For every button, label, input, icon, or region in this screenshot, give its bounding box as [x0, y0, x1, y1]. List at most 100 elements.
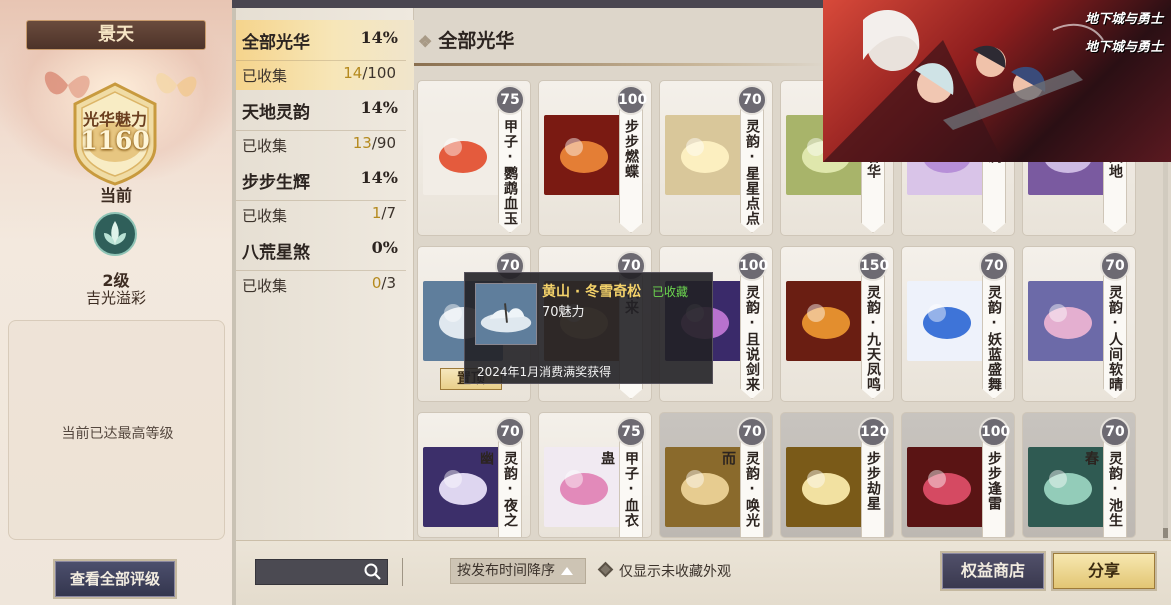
sort-label: 按发布时间降序: [457, 563, 555, 579]
blue-rose-icon: [907, 281, 987, 361]
share-button[interactable]: 分享: [1053, 553, 1155, 589]
red-lightning-icon: [907, 447, 987, 527]
collected-label: 已收集: [242, 137, 288, 155]
toolbar-divider: [402, 558, 403, 586]
card-name: 灵韵·池生春: [1083, 451, 1123, 528]
tooltip-source: 2024年1月消费满奖获得: [477, 365, 612, 379]
tooltip-owned-status: 已收藏: [652, 285, 689, 299]
category-percent: 0%: [371, 238, 398, 257]
charm-points-badge: 150: [858, 251, 889, 281]
appearance-card[interactable]: 甲子·鹦鹉血玉 75: [417, 80, 531, 236]
rainbow-icon: [1028, 281, 1108, 361]
current-level-label: 当前: [99, 186, 132, 205]
category-name: 全部光华: [242, 33, 310, 53]
charm-points-badge: 70: [1100, 417, 1130, 447]
uncollected-filter-toggle[interactable]: 仅显示未收藏外观: [597, 561, 731, 581]
section-title: ❖ 全部光华: [418, 30, 515, 52]
collected-label: 已收集: [242, 67, 288, 85]
category-item-all[interactable]: 全部光华 14% 已收集 14/100: [236, 20, 414, 90]
category-name: 天地灵韵: [242, 103, 310, 123]
max-level-text: 当前已达最高等级: [61, 426, 174, 442]
tooltip-charm: 70魅力: [542, 305, 585, 320]
game-logo: 地下城与勇士: [1084, 12, 1163, 27]
category-item-bubu[interactable]: 步步生辉 14% 已收集 1/7: [236, 160, 414, 230]
golden-orb-icon: [786, 447, 866, 527]
sort-dropdown[interactable]: 按发布时间降序: [450, 558, 586, 584]
category-percent: 14%: [360, 98, 398, 117]
search-input[interactable]: [255, 559, 388, 585]
charm-points-badge: 100: [737, 251, 768, 281]
charm-medal: 光华魅力 1160: [63, 82, 167, 186]
item-tooltip: 黄山 · 冬雪奇松 已收藏 70魅力 2024年1月消费满奖获得: [464, 272, 713, 384]
charm-points-badge: 70: [737, 85, 767, 115]
snow-pine-icon: [475, 283, 537, 345]
card-name: 步步燃蝶: [623, 119, 639, 179]
charm-points-badge: 75: [616, 417, 646, 447]
tooltip-title: 黄山 · 冬雪奇松: [542, 284, 642, 300]
appearance-card[interactable]: 灵韵·星星点点 70: [659, 80, 773, 236]
fire-butterfly-icon: [544, 115, 624, 195]
category-item-bahuang[interactable]: 八荒星煞 0% 已收集 0/3: [236, 230, 414, 300]
category-percent: 14%: [360, 28, 398, 47]
appearance-card[interactable]: 灵韵·唤光而 70: [659, 412, 773, 538]
charm-points-badge: 70: [737, 417, 767, 447]
scrollbar-thumb[interactable]: [1163, 528, 1168, 538]
category-list: 全部光华 14% 已收集 14/100 天地灵韵 14% 已收集 13/90 步…: [236, 8, 414, 540]
game-logo-2: 地下城与勇士: [1084, 40, 1163, 55]
appearance-card[interactable]: 灵韵·妖蓝盛舞 70: [901, 246, 1015, 402]
charm-points-badge: 120: [858, 417, 889, 447]
level-info-box: 当前已达最高等级: [8, 320, 225, 540]
collected-count: 14/100: [343, 64, 396, 82]
card-name: 甲子·血衣蛊: [599, 451, 639, 528]
collected-count: 13/90: [352, 134, 396, 152]
appearance-card[interactable]: 步步劫星 120: [780, 412, 894, 538]
diamond-icon: ❖: [418, 32, 433, 51]
view-all-ratings-button[interactable]: 查看全部评级: [55, 561, 175, 597]
level-panel: 景天 光华魅力 1160 当前 2级 吉光溢彩 当前已达最高等级 查看全部评级: [0, 0, 232, 605]
section-underline: [414, 63, 824, 66]
charm-points-badge: 70: [979, 251, 1009, 281]
appearance-card[interactable]: 灵韵·池生春 70: [1022, 412, 1136, 538]
diamond-checkbox-icon[interactable]: [597, 561, 614, 578]
collected-count: 1/7: [371, 204, 396, 222]
lotus-level-icon: [93, 212, 137, 256]
filter-label: 仅显示未收藏外观: [619, 564, 731, 580]
bottom-toolbar: 按发布时间降序 仅显示未收藏外观 权益商店 分享: [236, 540, 1171, 605]
collected-count: 0/3: [371, 274, 396, 292]
card-name: 灵韵·妖蓝盛舞: [986, 285, 1002, 392]
level-name: 吉光溢彩: [85, 289, 146, 307]
red-feather-icon: [423, 115, 503, 195]
appearance-card[interactable]: 步步燃蝶 100: [538, 80, 652, 236]
charm-points-badge: 75: [495, 85, 525, 115]
card-name: 步步劫星: [865, 451, 881, 511]
category-item-tiandi[interactable]: 天地灵韵 14% 已收集 13/90: [236, 90, 414, 160]
player-name-banner: 景天: [26, 20, 206, 50]
charm-points-badge: 70: [1100, 251, 1130, 281]
category-name: 步步生辉: [242, 173, 310, 193]
charm-value: 1160: [80, 126, 150, 155]
charm-points-badge: 100: [616, 85, 647, 115]
card-name: 灵韵·九天凤鸣: [865, 285, 881, 392]
card-name: 步步逢雷: [986, 451, 1002, 511]
triangle-up-icon: [561, 567, 573, 575]
card-name: 灵韵·且说剑来: [744, 285, 760, 392]
charm-points-badge: 100: [979, 417, 1010, 447]
category-percent: 14%: [360, 168, 398, 187]
appearance-card[interactable]: 灵韵·九天凤鸣 150: [780, 246, 894, 402]
appearance-card[interactable]: 步步逢雷 100: [901, 412, 1015, 538]
charm-points-badge: 70: [495, 417, 525, 447]
appearance-card[interactable]: 灵韵·人间软晴 70: [1022, 246, 1136, 402]
promo-banner[interactable]: 地下城与勇士 地下城与勇士: [823, 0, 1171, 162]
card-name: 灵韵·人间软晴: [1107, 285, 1123, 392]
card-name: 灵韵·星星点点: [744, 119, 760, 226]
rights-shop-button[interactable]: 权益商店: [942, 553, 1044, 589]
card-name: 灵韵·唤光而: [720, 451, 760, 528]
card-name: 甲子·鹦鹉血玉: [502, 119, 518, 226]
appearance-card[interactable]: 灵韵·夜之幽 70: [417, 412, 531, 538]
card-name: 灵韵·夜之幽: [478, 451, 518, 528]
category-name: 八荒星煞: [242, 243, 310, 263]
collected-label: 已收集: [242, 277, 288, 295]
appearance-card[interactable]: 甲子·血衣蛊 75: [538, 412, 652, 538]
search-icon[interactable]: [363, 562, 383, 582]
stars-icon: [665, 115, 745, 195]
